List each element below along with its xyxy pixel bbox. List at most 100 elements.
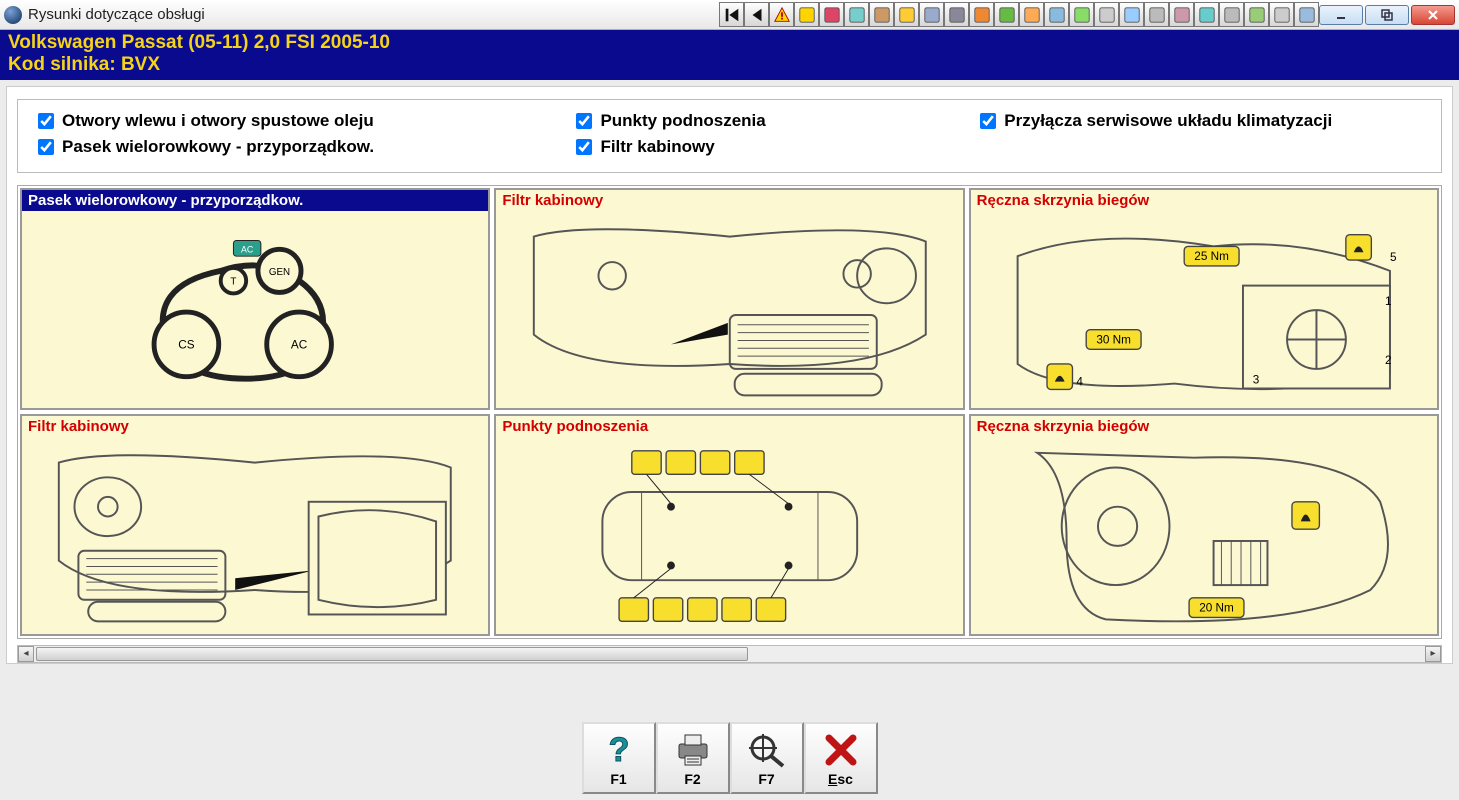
title-bar: Rysunki dotyczące obsługi bbox=[0, 0, 1459, 30]
cell-belt-routing[interactable]: Pasek wielorowkowy - przyporządkow. CS A… bbox=[20, 188, 490, 410]
svg-text:GEN: GEN bbox=[269, 266, 290, 277]
window-controls bbox=[1319, 5, 1455, 25]
help-icon: ? bbox=[602, 729, 636, 771]
check-oil-holes-label: Otwory wlewu i otwory spustowe oleju bbox=[62, 111, 374, 131]
minimize-button[interactable] bbox=[1319, 5, 1363, 25]
vehicle-line-1: Volkswagen Passat (05-11) 2,0 FSI 2005-1… bbox=[8, 32, 1451, 54]
zoom-key-label: F7 bbox=[758, 771, 774, 787]
magnifier-crosshair-icon bbox=[747, 729, 787, 771]
check-belt-routing-box[interactable] bbox=[38, 139, 54, 155]
check-belt-routing[interactable]: Pasek wielorowkowy - przyporządkow. bbox=[34, 136, 572, 158]
exit-button[interactable]: Esc bbox=[804, 722, 878, 794]
svg-text:30 Nm: 30 Nm bbox=[1096, 333, 1131, 346]
svg-text:25 Nm: 25 Nm bbox=[1194, 250, 1229, 263]
svg-text:5: 5 bbox=[1390, 251, 1397, 264]
check-cabin-filter-label: Filtr kabinowy bbox=[600, 137, 714, 157]
nav-prev-icon[interactable] bbox=[744, 2, 769, 27]
belt-icon[interactable] bbox=[1269, 2, 1294, 27]
svg-text:AC: AC bbox=[291, 338, 308, 351]
check-oil-holes[interactable]: Otwory wlewu i otwory spustowe oleju bbox=[34, 110, 572, 132]
check-ac-ports-label: Przyłącza serwisowe układu klimatyzacji bbox=[1004, 111, 1332, 131]
fuel-icon[interactable] bbox=[794, 2, 819, 27]
cabin-filter-diagram-1 bbox=[496, 212, 962, 408]
vehicle-info-bar: Volkswagen Passat (05-11) 2,0 FSI 2005-1… bbox=[0, 30, 1459, 80]
toolbar bbox=[719, 2, 1319, 27]
tire-icon[interactable] bbox=[894, 2, 919, 27]
nav-first-icon[interactable] bbox=[719, 2, 744, 27]
spring-icon[interactable] bbox=[1044, 2, 1069, 27]
lubricant-icon[interactable] bbox=[819, 2, 844, 27]
cabin-filter-diagram-2 bbox=[22, 438, 488, 634]
parts-icon[interactable] bbox=[969, 2, 994, 27]
printer-icon bbox=[673, 729, 713, 771]
cell-gearbox-2-title: Ręczna skrzynia biegów bbox=[971, 416, 1437, 437]
function-key-bar: ? F1 F2 F7 bbox=[0, 722, 1459, 794]
cell-cabin-filter-2-title: Filtr kabinowy bbox=[22, 416, 488, 437]
print-key-label: F2 bbox=[684, 771, 700, 787]
car-icon[interactable] bbox=[869, 2, 894, 27]
svg-text:T: T bbox=[231, 276, 237, 287]
help-button[interactable]: ? F1 bbox=[582, 722, 656, 794]
cell-jack-points[interactable]: Punkty podnoszenia bbox=[494, 414, 964, 636]
svg-text:AC: AC bbox=[241, 244, 254, 254]
scroll-thumb[interactable] bbox=[36, 647, 748, 661]
gauge-icon[interactable] bbox=[1169, 2, 1194, 27]
brake-icon[interactable] bbox=[919, 2, 944, 27]
check-jack-points-label: Punkty podnoszenia bbox=[600, 111, 765, 131]
close-x-icon bbox=[824, 729, 858, 771]
road-icon[interactable] bbox=[944, 2, 969, 27]
sensor-icon[interactable] bbox=[1194, 2, 1219, 27]
check-jack-points-box[interactable] bbox=[576, 113, 592, 129]
check-ac-ports-box[interactable] bbox=[980, 113, 996, 129]
vehicle-line-2: Kod silnika: BVX bbox=[8, 54, 1451, 76]
cell-jack-points-title: Punkty podnoszenia bbox=[496, 416, 962, 437]
close-button[interactable] bbox=[1411, 5, 1455, 25]
glass-icon[interactable] bbox=[1244, 2, 1269, 27]
horizontal-scrollbar[interactable]: ◂ ▸ bbox=[17, 645, 1442, 663]
zoom-button[interactable]: F7 bbox=[730, 722, 804, 794]
scroll-left-arrow-icon[interactable]: ◂ bbox=[18, 646, 34, 662]
warning-icon[interactable] bbox=[769, 2, 794, 27]
svg-text:1: 1 bbox=[1385, 295, 1392, 308]
oil-icon[interactable] bbox=[1069, 2, 1094, 27]
exit-icon[interactable] bbox=[1294, 2, 1319, 27]
engine-icon[interactable] bbox=[1119, 2, 1144, 27]
svg-text:?: ? bbox=[608, 731, 629, 769]
pump-icon[interactable] bbox=[1094, 2, 1119, 27]
check-ac-ports[interactable]: Przyłącza serwisowe układu klimatyzacji bbox=[976, 110, 1425, 132]
window-title: Rysunki dotyczące obsługi bbox=[28, 6, 699, 23]
svg-text:20 Nm: 20 Nm bbox=[1199, 601, 1234, 614]
check-belt-routing-label: Pasek wielorowkowy - przyporządkow. bbox=[62, 137, 374, 157]
jack-points-diagram bbox=[496, 438, 962, 634]
cell-cabin-filter-2[interactable]: Filtr kabinowy bbox=[20, 414, 490, 636]
help-key-label: F1 bbox=[610, 771, 626, 787]
tool-icon[interactable] bbox=[994, 2, 1019, 27]
check-cabin-filter-box[interactable] bbox=[576, 139, 592, 155]
cell-cabin-filter-1[interactable]: Filtr kabinowy bbox=[494, 188, 964, 410]
content-panel: Otwory wlewu i otwory spustowe oleju Pun… bbox=[6, 86, 1453, 664]
wheel-icon[interactable] bbox=[1219, 2, 1244, 27]
cell-gearbox-2[interactable]: Ręczna skrzynia biegów bbox=[969, 414, 1439, 636]
gear-icon[interactable] bbox=[844, 2, 869, 27]
check-cabin-filter[interactable]: Filtr kabinowy bbox=[572, 136, 976, 158]
svg-text:2: 2 bbox=[1385, 354, 1392, 367]
jack-icon[interactable] bbox=[1019, 2, 1044, 27]
check-oil-holes-box[interactable] bbox=[38, 113, 54, 129]
print-button[interactable]: F2 bbox=[656, 722, 730, 794]
svg-text:4: 4 bbox=[1076, 375, 1083, 388]
maximize-button[interactable] bbox=[1365, 5, 1409, 25]
belt-routing-diagram: CS AC GEN T AC bbox=[22, 212, 488, 408]
cell-cabin-filter-1-title: Filtr kabinowy bbox=[496, 190, 962, 211]
cell-gearbox-1-title: Ręczna skrzynia biegów bbox=[971, 190, 1437, 211]
cell-belt-routing-title: Pasek wielorowkowy - przyporządkow. bbox=[22, 190, 488, 211]
gearbox-diagram-1: 1 2 3 4 5 25 Nm 30 Nm bbox=[971, 212, 1437, 408]
diagram-grid-wrap: Pasek wielorowkowy - przyporządkow. CS A… bbox=[17, 185, 1442, 639]
cell-gearbox-1[interactable]: Ręczna skrzynia biegów 1 2 3 4 5 bbox=[969, 188, 1439, 410]
scroll-right-arrow-icon[interactable]: ▸ bbox=[1425, 646, 1441, 662]
check-jack-points[interactable]: Punkty podnoszenia bbox=[572, 110, 976, 132]
checklist-panel: Otwory wlewu i otwory spustowe oleju Pun… bbox=[17, 99, 1442, 173]
filter-icon[interactable] bbox=[1144, 2, 1169, 27]
svg-text:3: 3 bbox=[1253, 373, 1260, 386]
svg-text:CS: CS bbox=[178, 338, 194, 351]
app-icon bbox=[4, 6, 22, 24]
